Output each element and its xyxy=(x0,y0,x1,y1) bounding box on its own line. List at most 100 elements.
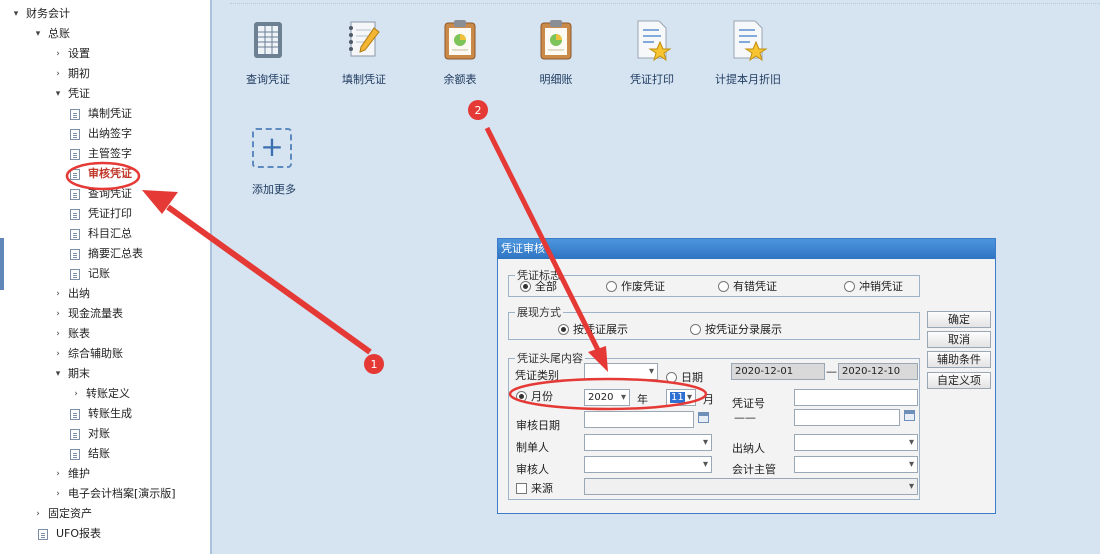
sidebar-item[interactable]: ▾ 总账 xyxy=(32,24,70,44)
notebook-pen-icon xyxy=(349,21,380,57)
cashier-select[interactable] xyxy=(794,434,918,451)
chevron-down-icon[interactable]: ▾ xyxy=(32,24,44,44)
checkbox-indicator xyxy=(516,482,527,494)
sidebar-item[interactable]: › 电子会计档案[演示版] xyxy=(52,484,175,504)
supervisor-select[interactable] xyxy=(794,456,918,473)
year-select[interactable]: 2020 xyxy=(584,389,630,406)
radio-label: 月份 xyxy=(531,390,553,403)
month-select[interactable]: 11 xyxy=(666,389,696,406)
chevron-right-icon[interactable]: › xyxy=(52,284,64,304)
chevron-right-icon[interactable]: › xyxy=(52,344,64,364)
sidebar-item[interactable]: 对账 xyxy=(70,424,110,444)
sidebar-item[interactable]: › 账表 xyxy=(52,324,90,344)
radio-all[interactable]: 全部 xyxy=(520,278,557,294)
app-voucher-print[interactable]: 凭证打印 xyxy=(612,18,692,87)
chevron-down-icon[interactable]: ▾ xyxy=(10,4,22,24)
voucher-no-from[interactable] xyxy=(794,389,918,406)
radio-reversal-voucher[interactable]: 冲销凭证 xyxy=(844,278,903,294)
add-more-label: 添加更多 xyxy=(252,183,296,196)
sidebar-item-label: 对账 xyxy=(88,427,110,440)
calendar-icon[interactable] xyxy=(698,412,709,423)
app-fill-voucher[interactable]: 填制凭证 xyxy=(324,18,404,87)
custom-item-button[interactable]: 自定义项 xyxy=(927,372,991,389)
ledger-icon xyxy=(254,22,282,58)
year-unit: 年 xyxy=(637,393,648,406)
aux-condition-button[interactable]: 辅助条件 xyxy=(927,351,991,368)
app-detail-ledger[interactable]: 明细账 xyxy=(516,18,596,87)
radio-label: 按凭证展示 xyxy=(573,323,628,336)
app-label: 填制凭证 xyxy=(342,73,386,86)
chevron-down-icon[interactable]: ▾ xyxy=(52,364,64,384)
app-query-voucher[interactable]: 查询凭证 xyxy=(228,18,308,87)
source-checkbox[interactable]: 来源 xyxy=(516,480,553,496)
source-select[interactable] xyxy=(584,478,918,495)
voucher-type-select[interactable] xyxy=(584,363,658,380)
sidebar-item[interactable]: 凭证打印 xyxy=(70,204,132,224)
add-more-button[interactable]: + xyxy=(252,128,292,168)
radio-month[interactable]: 月份 xyxy=(516,388,553,404)
date-to-field[interactable]: 2020-12-10 xyxy=(838,363,918,380)
sidebar-item-label: 科目汇总 xyxy=(88,227,132,240)
sidebar-item[interactable]: ▾ 凭证 xyxy=(52,84,90,104)
chevron-right-icon[interactable]: › xyxy=(52,324,64,344)
sidebar-item[interactable]: › 综合辅助账 xyxy=(52,344,123,364)
chevron-right-icon[interactable]: › xyxy=(70,384,82,404)
chevron-right-icon[interactable]: › xyxy=(32,504,44,524)
radio-by-voucher[interactable]: 按凭证展示 xyxy=(558,321,628,337)
sidebar-item[interactable]: 结账 xyxy=(70,444,110,464)
sidebar-item[interactable]: › 期初 xyxy=(52,64,90,84)
chevron-right-icon[interactable]: › xyxy=(52,304,64,324)
radio-label: 有错凭证 xyxy=(733,280,777,293)
date-from-field[interactable]: 2020-12-01 xyxy=(731,363,825,380)
app-depreciation[interactable]: 计提本月折旧 xyxy=(708,18,788,87)
sidebar-item[interactable]: › 设置 xyxy=(52,44,90,64)
chevron-right-icon[interactable]: › xyxy=(52,484,64,504)
radio-void-voucher[interactable]: 作废凭证 xyxy=(606,278,665,294)
sidebar-item[interactable]: 摘要汇总表 xyxy=(70,244,143,264)
sidebar-item[interactable]: › 现金流量表 xyxy=(52,304,123,324)
sidebar-item[interactable]: 科目汇总 xyxy=(70,224,132,244)
sidebar-item[interactable]: › 固定资产 xyxy=(32,504,92,524)
chevron-right-icon[interactable]: › xyxy=(52,464,64,484)
maker-select[interactable] xyxy=(584,434,712,451)
ok-button[interactable]: 确定 xyxy=(927,311,991,328)
sidebar-item[interactable]: ▾ 期末 xyxy=(52,364,90,384)
radio-all-indicator xyxy=(520,280,531,292)
radio-by-entry[interactable]: 按凭证分录展示 xyxy=(690,321,782,337)
voucher-no-to[interactable] xyxy=(794,409,900,426)
document-icon xyxy=(70,448,80,460)
sidebar-item-label: 摘要汇总表 xyxy=(88,247,143,260)
sidebar-item-label: 记账 xyxy=(88,267,110,280)
chevron-right-icon[interactable]: › xyxy=(52,44,64,64)
supervisor-label: 会计主管 xyxy=(732,463,776,476)
cancel-button[interactable]: 取消 xyxy=(927,331,991,348)
sidebar-item[interactable]: › 转账定义 xyxy=(70,384,130,404)
sidebar-item[interactable]: › 维护 xyxy=(52,464,90,484)
sidebar-item[interactable]: › 出纳 xyxy=(52,284,90,304)
app-label: 余额表 xyxy=(443,73,477,86)
audit-date-field[interactable] xyxy=(584,411,694,428)
sidebar-collapse-handle[interactable] xyxy=(0,238,4,290)
sidebar-item[interactable]: 出纳签字 xyxy=(70,124,132,144)
calendar-icon[interactable] xyxy=(904,410,915,421)
sidebar-item[interactable]: 查询凭证 xyxy=(70,184,132,204)
sidebar-item[interactable]: 主管签字 xyxy=(70,144,132,164)
date-range-dash: — xyxy=(826,365,837,378)
app-balance-sheet[interactable]: 余额表 xyxy=(420,18,500,87)
sidebar-item[interactable]: 填制凭证 xyxy=(70,104,132,124)
voucher-type-label: 凭证类别 xyxy=(515,369,559,382)
sidebar-item-label: 凭证打印 xyxy=(88,207,132,220)
radio-indicator xyxy=(558,323,569,335)
radio-error-voucher[interactable]: 有错凭证 xyxy=(718,278,777,294)
chevron-down-icon[interactable]: ▾ xyxy=(52,84,64,104)
sidebar-item[interactable]: UFO报表 xyxy=(38,524,101,544)
radio-date[interactable]: 日期 xyxy=(666,369,703,385)
app-label: 计提本月折旧 xyxy=(715,73,781,86)
sidebar-item[interactable]: 记账 xyxy=(70,264,110,284)
sidebar-item[interactable]: 审核凭证 xyxy=(70,164,132,184)
sidebar-item[interactable]: 转账生成 xyxy=(70,404,132,424)
sidebar-item[interactable]: ▾ 财务会计 xyxy=(10,4,70,24)
auditor-select[interactable] xyxy=(584,456,712,473)
chevron-right-icon[interactable]: › xyxy=(52,64,64,84)
sidebar-item-label: 固定资产 xyxy=(48,507,92,520)
